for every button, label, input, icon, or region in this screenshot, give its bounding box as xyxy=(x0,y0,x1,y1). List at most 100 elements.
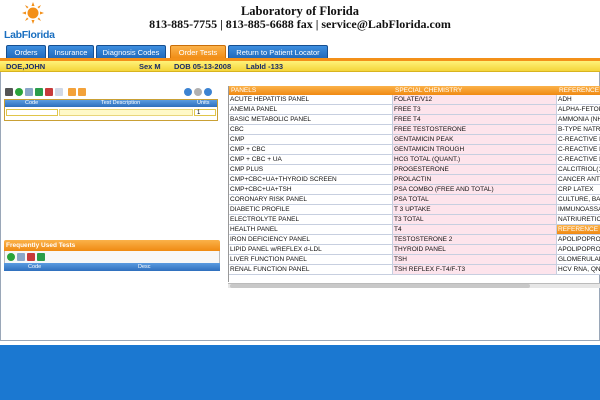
code-input[interactable] xyxy=(6,109,58,116)
reference-test-cell[interactable]: NATRIURETIC xyxy=(557,215,600,225)
panel-test-cell[interactable]: CMP+CBC+UA+TSH xyxy=(229,185,393,195)
header-special-chemistry: SPECIAL CHEMISTRY xyxy=(395,87,463,94)
chemistry-test-cell[interactable]: T3 TOTAL xyxy=(393,215,557,225)
table-row: ANEMIA PANEL FREE T3 ALPHA-FETOP xyxy=(229,105,600,115)
panel-test-cell[interactable]: IRON DEFICIENCY PANEL xyxy=(229,235,393,245)
table-row: CMP+CBC+UA+TSH PSA COMBO (FREE AND TOTAL)… xyxy=(229,185,600,195)
col-units: Units xyxy=(197,100,210,106)
arrow-left-icon[interactable] xyxy=(68,88,76,96)
table-row: ELECTROLYTE PANEL T3 TOTAL NATRIURETIC xyxy=(229,215,600,225)
order-tests-grid: Code Test Description Units 1 xyxy=(4,99,218,121)
chemistry-test-cell[interactable]: GENTAMICIN TROUGH xyxy=(393,145,557,155)
chemistry-test-cell[interactable]: FREE T3 xyxy=(393,105,557,115)
panel-test-cell[interactable]: LIPID PANEL w/REFLEX d-LDL xyxy=(229,245,393,255)
chemistry-test-cell[interactable]: TSH xyxy=(393,255,557,265)
globe-icon[interactable] xyxy=(204,88,212,96)
chemistry-test-cell[interactable]: GENTAMICIN PEAK xyxy=(393,135,557,145)
chemistry-test-cell[interactable]: FOLATE/V12 xyxy=(393,95,557,105)
refresh-icon[interactable] xyxy=(37,253,45,261)
chemistry-test-cell[interactable]: FREE TESTOSTERONE xyxy=(393,125,557,135)
chemistry-test-cell[interactable]: T 3 UPTAKE xyxy=(393,205,557,215)
arrow-right-icon[interactable] xyxy=(78,88,86,96)
reference-test-cell[interactable]: IMMUNOASSAY xyxy=(557,205,600,215)
reference-test-cell[interactable]: CANCER ANTI xyxy=(557,175,600,185)
delete-icon[interactable] xyxy=(45,88,53,96)
frequent-tests-toolbar xyxy=(4,251,220,263)
reference-test-cell[interactable]: GLOMERULAR xyxy=(557,255,600,265)
delete-icon[interactable] xyxy=(27,253,35,261)
test-description-input[interactable] xyxy=(59,109,193,116)
reference-test-cell[interactable]: REFERENCE xyxy=(557,225,600,235)
chemistry-test-cell[interactable]: TESTOSTERONE 2 xyxy=(393,235,557,245)
add-icon[interactable] xyxy=(7,253,15,261)
col-code: Code xyxy=(28,264,42,270)
reference-test-cell[interactable]: B-TYPE NATRI xyxy=(557,125,600,135)
panel-test-cell[interactable]: CBC xyxy=(229,125,393,135)
document-icon[interactable] xyxy=(55,88,63,96)
reference-test-cell[interactable]: HCV RNA, QN xyxy=(557,265,600,275)
settings-icon[interactable] xyxy=(194,88,202,96)
chat-icon[interactable] xyxy=(184,88,192,96)
frequent-tests-panel: Frequently Used Tests Code Desc xyxy=(4,240,220,272)
reference-test-cell[interactable]: APOLIPOPRO xyxy=(557,235,600,245)
reference-test-cell[interactable]: CRP LATEX xyxy=(557,185,600,195)
chemistry-test-cell[interactable]: PROGESTERONE xyxy=(393,165,557,175)
reference-test-cell[interactable]: C-REACTIVE P xyxy=(557,155,600,165)
reference-test-cell[interactable]: AMMONIA (NH xyxy=(557,115,600,125)
chemistry-test-cell[interactable]: TSH REFLEX F-T4/F-T3 xyxy=(393,265,557,275)
frequent-tests-title: Frequently Used Tests xyxy=(4,240,220,251)
panel-test-cell[interactable]: ELECTROLYTE PANEL xyxy=(229,215,393,225)
panel-test-cell[interactable]: LIVER FUNCTION PANEL xyxy=(229,255,393,265)
table-row: BASIC METABOLIC PANEL FREE T4 AMMONIA (NH xyxy=(229,115,600,125)
reference-test-cell[interactable]: ADH xyxy=(557,95,600,105)
patient-sex: Sex M xyxy=(139,62,161,71)
panel-test-cell[interactable]: RENAL FUNCTION PANEL xyxy=(229,265,393,275)
scrollbar-thumb[interactable] xyxy=(230,284,530,288)
panel-test-cell[interactable]: CMP + CBC xyxy=(229,145,393,155)
panel-test-cell[interactable]: CORONARY RISK PANEL xyxy=(229,195,393,205)
chemistry-test-cell[interactable]: HCG TOTAL (QUANT.) xyxy=(393,155,557,165)
reference-test-cell[interactable]: C-REACTIVE P xyxy=(557,135,600,145)
app-header: LabFlorida Laboratory of Florida 813-885… xyxy=(0,0,600,44)
reference-test-cell[interactable]: C-REACTIVE P xyxy=(557,145,600,155)
panel-test-cell[interactable]: HEALTH PANEL xyxy=(229,225,393,235)
edit-icon[interactable] xyxy=(5,88,13,96)
panel-test-cell[interactable]: DIABETIC PROFILE xyxy=(229,205,393,215)
units-input[interactable]: 1 xyxy=(194,109,216,116)
reference-test-cell[interactable]: APOLIPOPRO xyxy=(557,245,600,255)
table-row: LIVER FUNCTION PANEL TSH GLOMERULAR xyxy=(229,255,600,265)
panel-test-cell[interactable]: CMP + CBC + UA xyxy=(229,155,393,165)
panel-test-cell[interactable]: CMP PLUS xyxy=(229,165,393,175)
chemistry-test-cell[interactable]: PSA COMBO (FREE AND TOTAL) xyxy=(393,185,557,195)
panel-test-cell[interactable]: CMP+CBC+UA+THYROID SCREEN xyxy=(229,175,393,185)
reference-test-cell[interactable]: CULTURE, BA xyxy=(557,195,600,205)
chemistry-test-cell[interactable]: PSA TOTAL xyxy=(393,195,557,205)
reference-test-cell[interactable]: CALCITRIOL(1 xyxy=(557,165,600,175)
tab-return-to-patient-locator[interactable]: Return to Patient Locator xyxy=(228,45,328,59)
reference-test-cell[interactable]: ALPHA-FETOP xyxy=(557,105,600,115)
copy-icon[interactable] xyxy=(25,88,33,96)
chemistry-test-cell[interactable]: FREE T4 xyxy=(393,115,557,125)
chemistry-test-cell[interactable]: T4 xyxy=(393,225,557,235)
chemistry-test-cell[interactable]: THYROID PANEL xyxy=(393,245,557,255)
chemistry-test-cell[interactable]: PROLACTIN xyxy=(393,175,557,185)
tab-order-tests[interactable]: Order Tests xyxy=(170,45,226,59)
tab-orders[interactable]: Orders xyxy=(6,45,46,59)
tests-horizontal-scrollbar[interactable] xyxy=(228,283,600,288)
footer-bar xyxy=(0,345,600,400)
header-panels: PANELS xyxy=(231,87,257,94)
copy-icon[interactable] xyxy=(17,253,25,261)
order-grid-row: 1 xyxy=(5,108,217,118)
add-icon[interactable] xyxy=(15,88,23,96)
table-row: CBC FREE TESTOSTERONE B-TYPE NATRI xyxy=(229,125,600,135)
panel-test-cell[interactable]: CMP xyxy=(229,135,393,145)
panel-test-cell[interactable]: ANEMIA PANEL xyxy=(229,105,393,115)
patient-info-bar: DOE,JOHN Sex M DOB 05-13-2008 LabId -133 xyxy=(0,61,600,72)
table-row: CMP GENTAMICIN PEAK C-REACTIVE P xyxy=(229,135,600,145)
refresh-icon[interactable] xyxy=(35,88,43,96)
tab-diagnosis-codes[interactable]: Diagnosis Codes xyxy=(96,45,166,59)
table-row: DIABETIC PROFILET 3 UPTAKEIMMUNOASSAY xyxy=(229,205,600,215)
panel-test-cell[interactable]: ACUTE HEPATITIS PANEL xyxy=(229,95,393,105)
panel-test-cell[interactable]: BASIC METABOLIC PANEL xyxy=(229,115,393,125)
tab-insurance[interactable]: Insurance xyxy=(48,45,94,59)
